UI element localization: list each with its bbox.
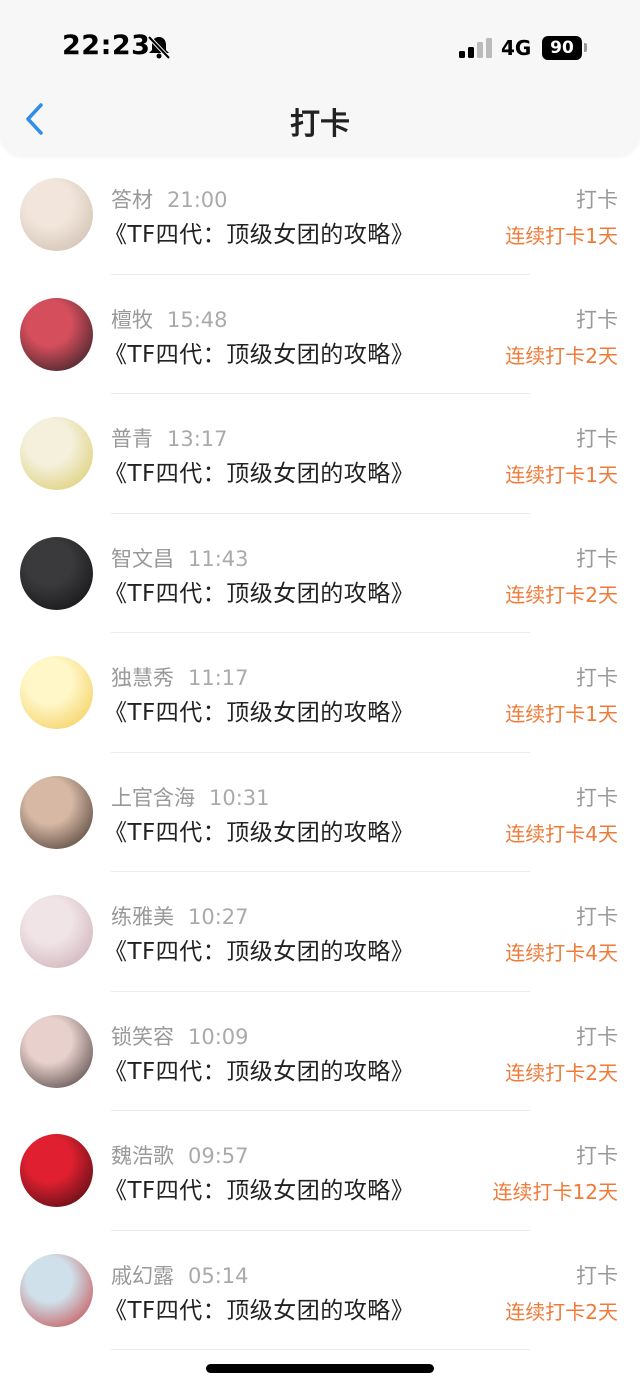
streak-label: 连续打卡2天 xyxy=(505,1299,618,1324)
user-meta: 答材 21:00 xyxy=(111,184,228,214)
checkin-time: 10:31 xyxy=(209,785,270,810)
user-meta: 戚幻露 05:14 xyxy=(111,1260,249,1290)
page-title: 打卡 xyxy=(290,107,350,142)
streak-label: 连续打卡1天 xyxy=(505,463,618,487)
checkin-time: 09:57 xyxy=(188,1144,249,1168)
checkin-label: 打卡 xyxy=(576,1144,618,1168)
streak-label: 连续打卡2天 xyxy=(505,582,618,607)
checkin-label: 打卡 xyxy=(576,427,618,451)
book-title: 《TF四代：顶级女团的攻略》 xyxy=(104,819,415,846)
divider xyxy=(111,1349,530,1350)
avatar[interactable] xyxy=(20,775,93,849)
checkin-row[interactable]: 练雅美 10:27 《TF四代：顶级女团的攻略》 打卡连续打卡4天 xyxy=(0,872,640,992)
clock: 22:23 xyxy=(62,30,151,61)
checkin-time: 11:17 xyxy=(188,666,249,690)
nav-bar: 打卡 xyxy=(0,75,640,155)
checkin-label: 打卡 xyxy=(576,188,618,212)
home-indicator[interactable] xyxy=(206,1364,434,1373)
streak-label: 连续打卡1天 xyxy=(505,702,618,726)
checkin-label: 打卡 xyxy=(576,307,618,332)
user-name: 戚幻露 xyxy=(111,1263,174,1288)
checkin-time: 15:48 xyxy=(167,307,228,332)
user-meta: 上官含海 10:31 xyxy=(111,782,270,812)
streak-label: 连续打卡2天 xyxy=(505,343,618,368)
book-title: 《TF四代：顶级女团的攻略》 xyxy=(104,222,415,248)
checkin-list: 答材 21:00 《TF四代：顶级女团的攻略》 打卡 连续打卡1天 檀牧 15:48 《TF四… xyxy=(0,155,640,1350)
user-name: 智文昌 xyxy=(111,546,174,571)
checkin-row[interactable]: 普青 13:17 《TF四代：顶级女团的攻略》 打卡连续打卡1天 xyxy=(0,394,640,514)
book-title: 《TF四代：顶级女团的攻略》 xyxy=(104,700,415,726)
user-meta: 独慧秀 11:17 xyxy=(111,662,249,692)
user-meta: 普青 13:17 xyxy=(111,423,228,453)
streak-label: 连续打卡2天 xyxy=(505,1060,618,1085)
avatar[interactable] xyxy=(20,178,93,251)
book-title: 《TF四代：顶级女团的攻略》 xyxy=(104,461,415,487)
battery-cap xyxy=(584,43,587,52)
book-title: 《TF四代：顶级女团的攻略》 xyxy=(104,1178,415,1204)
checkin-label: 打卡 xyxy=(576,905,618,929)
user-name: 锁笑容 xyxy=(111,1024,174,1049)
user-meta: 练雅美 10:27 xyxy=(111,901,249,931)
user-name: 独慧秀 xyxy=(111,666,174,690)
avatar[interactable] xyxy=(20,1253,93,1327)
user-meta: 智文昌 11:43 xyxy=(111,543,249,573)
checkin-time: 10:27 xyxy=(188,905,249,929)
checkin-label: 打卡 xyxy=(576,546,618,571)
avatar[interactable] xyxy=(20,895,93,968)
checkin-row[interactable]: 戚幻露 05:14 《TF四代：顶级女团的攻略》 打卡连续打卡2天 xyxy=(0,1231,640,1350)
user-meta: 魏浩歌 09:57 xyxy=(111,1140,249,1170)
checkin-row[interactable]: 锁笑容 10:09 《TF四代：顶级女团的攻略》 打卡连续打卡2天 xyxy=(0,992,640,1111)
signal-icon xyxy=(459,38,492,58)
checkin-row[interactable]: 答材 21:00 《TF四代：顶级女团的攻略》 打卡连续打卡1天 xyxy=(0,155,640,275)
checkin-time: 11:43 xyxy=(188,546,249,571)
user-name: 普青 xyxy=(111,427,153,451)
checkin-time: 05:14 xyxy=(188,1263,249,1288)
user-name: 练雅美 xyxy=(111,905,174,929)
checkin-time: 13:17 xyxy=(167,427,228,451)
avatar[interactable] xyxy=(20,1014,93,1088)
user-meta: 锁笑容 10:09 xyxy=(111,1021,249,1051)
avatar[interactable] xyxy=(20,656,93,729)
checkin-row[interactable]: 魏浩歌 09:57 《TF四代：顶级女团的攻略》 打卡连续打卡12天 xyxy=(0,1111,640,1231)
user-name: 魏浩歌 xyxy=(111,1144,174,1168)
checkin-label: 打卡 xyxy=(576,1263,618,1288)
checkin-time: 10:09 xyxy=(188,1024,249,1049)
user-name: 答材 xyxy=(111,188,153,212)
avatar[interactable] xyxy=(20,1134,93,1207)
avatar[interactable] xyxy=(20,297,93,371)
streak-label: 连续打卡1天 xyxy=(505,224,618,248)
checkin-row[interactable]: 檀牧 15:48 《TF四代：顶级女团的攻略》 打卡连续打卡2天 xyxy=(0,275,640,394)
checkin-label: 打卡 xyxy=(576,785,618,810)
streak-label: 连续打卡4天 xyxy=(505,821,618,846)
book-title: 《TF四代：顶级女团的攻略》 xyxy=(104,580,415,607)
avatar[interactable] xyxy=(20,417,93,490)
user-name: 上官含海 xyxy=(111,785,195,810)
checkin-label: 打卡 xyxy=(576,1024,618,1049)
checkin-row[interactable]: 独慧秀 11:17 《TF四代：顶级女团的攻略》 打卡连续打卡1天 xyxy=(0,633,640,753)
streak-label: 连续打卡12天 xyxy=(492,1180,618,1204)
network-type: 4G xyxy=(501,36,532,60)
bell-slash-icon xyxy=(147,35,171,60)
checkin-label: 打卡 xyxy=(576,666,618,690)
streak-label: 连续打卡4天 xyxy=(505,941,618,965)
user-name: 檀牧 xyxy=(111,307,153,332)
book-title: 《TF四代：顶级女团的攻略》 xyxy=(104,341,415,368)
book-title: 《TF四代：顶级女团的攻略》 xyxy=(104,1058,415,1085)
checkin-time: 21:00 xyxy=(167,188,228,212)
book-title: 《TF四代：顶级女团的攻略》 xyxy=(104,939,415,965)
checkin-row[interactable]: 上官含海 10:31 《TF四代：顶级女团的攻略》 打卡连续打卡4天 xyxy=(0,753,640,872)
user-meta: 檀牧 15:48 xyxy=(111,304,228,334)
battery-icon: 90 xyxy=(542,36,582,60)
checkin-row[interactable]: 智文昌 11:43 《TF四代：顶级女团的攻略》 打卡连续打卡2天 xyxy=(0,514,640,633)
book-title: 《TF四代：顶级女团的攻略》 xyxy=(104,1297,415,1324)
avatar[interactable] xyxy=(20,536,93,610)
